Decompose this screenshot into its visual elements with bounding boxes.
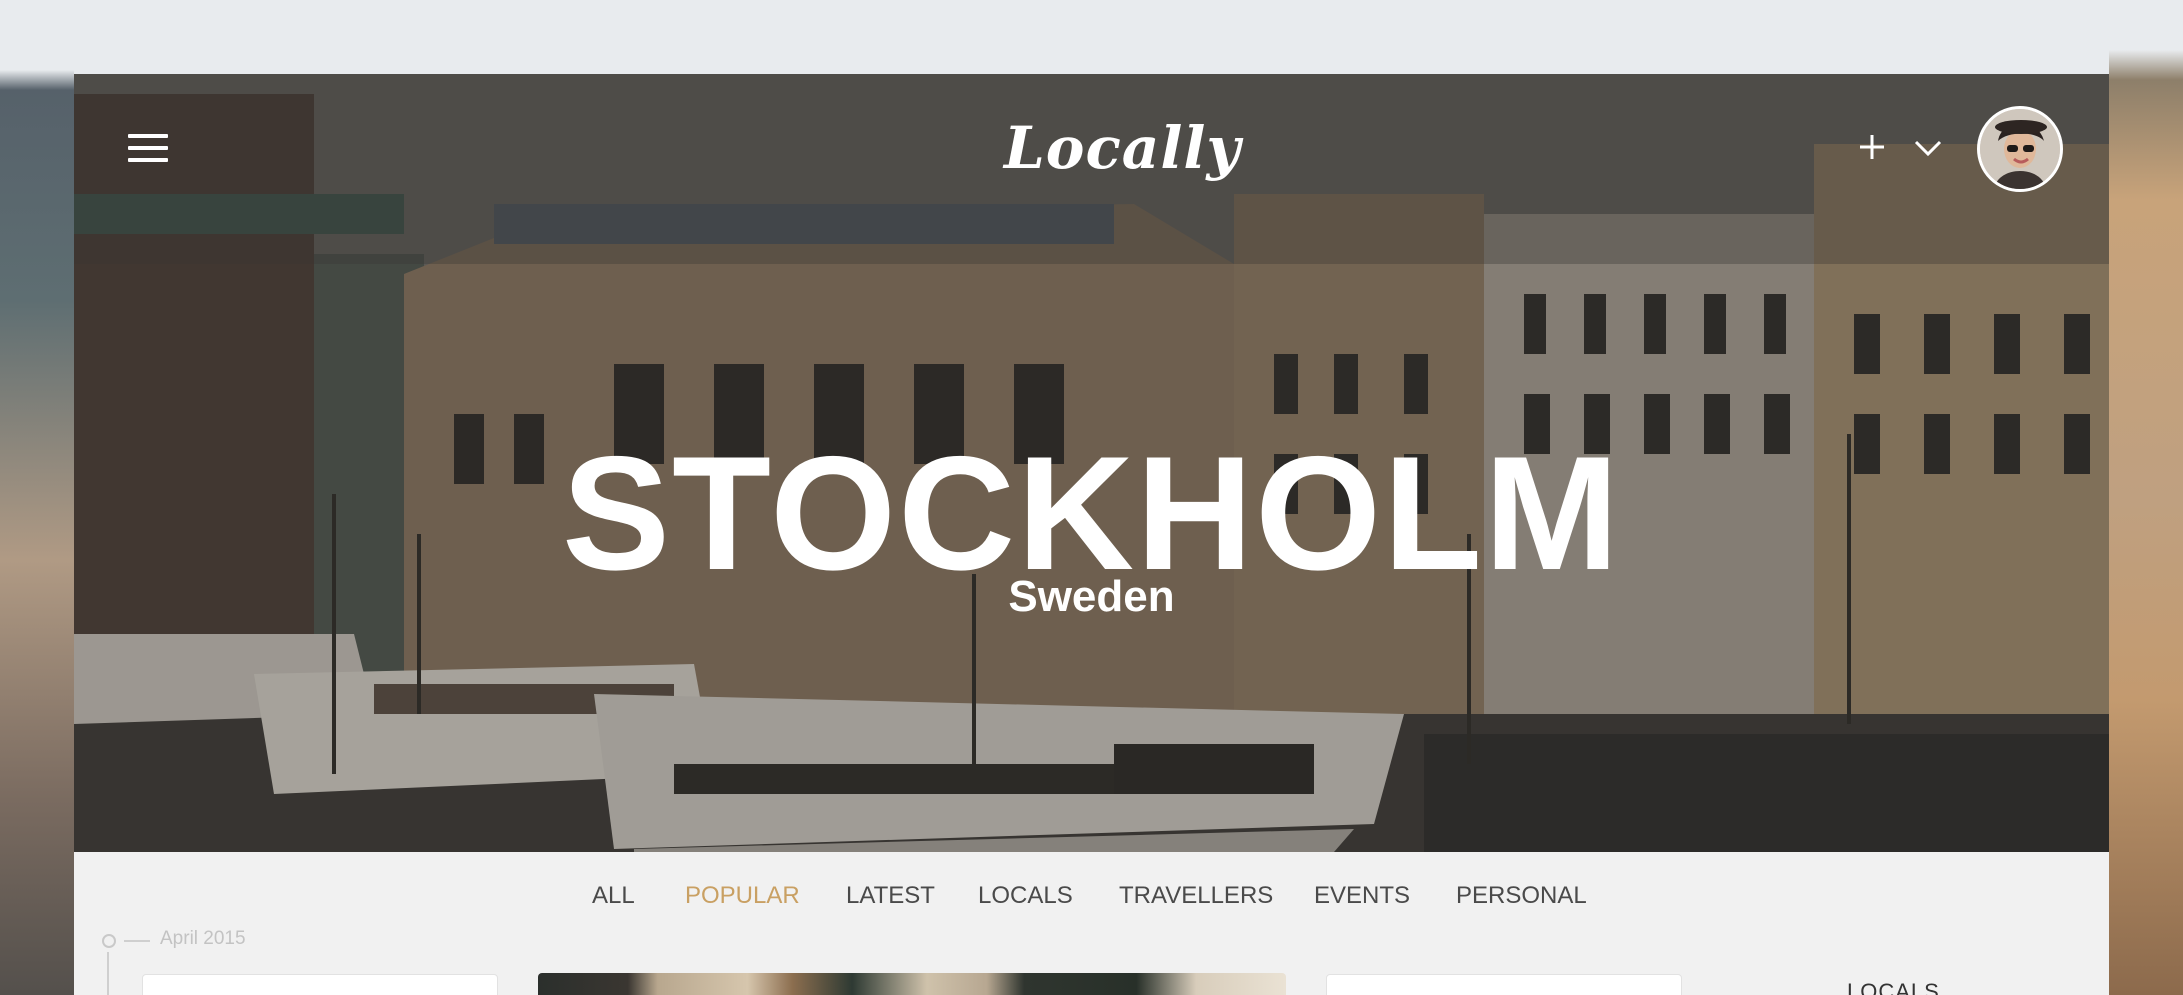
hero-banner: Locally STOCKHOLM Sweden	[74, 74, 2109, 852]
post-card-photo[interactable]	[538, 973, 1286, 995]
tab-popular[interactable]: POPULAR	[685, 882, 800, 910]
timeline-line	[107, 952, 109, 995]
tab-travellers[interactable]: TRAVELLERS	[1119, 882, 1273, 910]
chevron-down-icon[interactable]	[1910, 134, 1946, 160]
avatar[interactable]	[1977, 106, 2063, 192]
tab-latest[interactable]: LATEST	[846, 882, 935, 910]
country-subtitle: Sweden	[1008, 572, 1175, 621]
filter-tabs: ALL POPULAR LATEST LOCALS TRAVELLERS EVE…	[74, 882, 2109, 922]
sidebar-heading: LOCALS	[1847, 979, 1940, 995]
timeline-connector	[124, 940, 150, 942]
post-card[interactable]	[1326, 974, 1682, 995]
plus-icon[interactable]	[1854, 129, 1890, 165]
logo[interactable]: Locally	[1004, 108, 1240, 188]
tab-locals[interactable]: LOCALS	[978, 882, 1073, 910]
post-card[interactable]	[142, 974, 498, 995]
tab-personal[interactable]: PERSONAL	[1456, 882, 1587, 910]
tab-all[interactable]: ALL	[592, 882, 635, 910]
timeline-dot	[102, 934, 116, 948]
hamburger-icon[interactable]	[128, 134, 168, 164]
tab-events[interactable]: EVENTS	[1314, 882, 1410, 910]
background-blur-left	[0, 0, 74, 995]
timeline-date: April 2015	[160, 928, 246, 949]
background-blur-right	[2109, 0, 2183, 995]
user-photo	[1980, 109, 2060, 189]
page-container: Locally STOCKHOLM Sweden ALL POPULAR LAT…	[74, 74, 2109, 995]
